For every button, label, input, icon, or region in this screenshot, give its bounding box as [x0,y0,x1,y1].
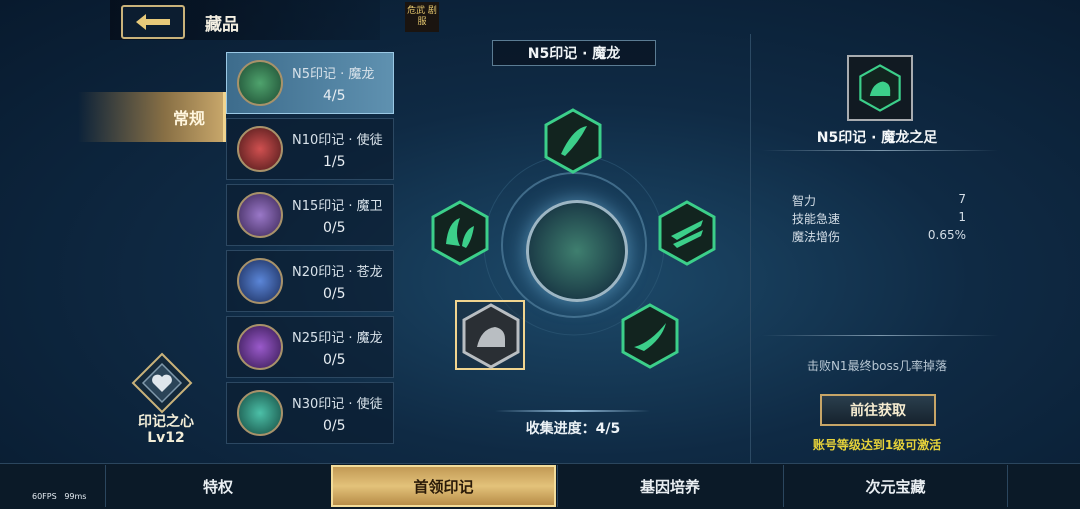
fps-value: 60FPS [32,492,57,501]
list-item[interactable]: N30印记 · 使徒 0/5 [226,382,394,444]
stat-value: 1 [958,210,966,224]
item-name: N5印记 · 魔龙 [292,67,375,82]
go-obtain-button[interactable]: 前往获取 [820,394,936,426]
tab-privilege[interactable]: 特权 [105,465,330,507]
detail-fragment-icon [847,55,913,121]
back-button[interactable] [121,5,185,39]
heart-level: Lv12 [147,430,185,446]
item-name: N15印记 · 魔卫 [292,199,383,214]
avatar [237,126,283,172]
tab-boss-mark[interactable]: 首领印记 [331,465,556,507]
item-count: 0/5 [323,286,346,302]
item-name: N10印记 · 使徒 [292,133,383,148]
heart-name: 印记之心 [138,414,194,430]
stat-row: 智力 7 [792,192,966,209]
collection-progress: 收集进度：4/5 [525,421,621,437]
avatar [237,324,283,370]
list-item[interactable]: N20印记 · 苍龙 0/5 [226,250,394,312]
stat-value: 7 [958,192,966,206]
avatar [237,192,283,238]
fps-counter: 60FPS 99ms [32,492,86,501]
stat-name: 魔法增伤 [792,230,841,244]
foot-icon [859,64,901,112]
item-count: 0/5 [323,220,346,236]
page-title: 藏品 [205,15,239,35]
item-count: 0/5 [323,418,346,434]
detail-title: N5印记 · 魔龙之足 [816,130,938,146]
category-tab-label: 常规 [172,109,205,128]
avatar [237,258,283,304]
fragment-slot-2[interactable] [430,200,490,266]
heart-badge[interactable] [131,352,193,414]
item-name: N20印记 · 苍龙 [292,265,383,280]
item-count: 1/5 [323,154,346,170]
back-arrow-icon [136,14,170,30]
game-logo: 危武 剧服 [405,2,439,32]
fragment-slot-4[interactable] [620,303,680,369]
list-item[interactable]: N10印记 · 使徒 1/5 [226,118,394,180]
avatar [237,390,283,436]
fragment-slot-5-selected[interactable] [455,300,525,370]
stat-row: 技能急速 1 [792,210,966,227]
avatar [237,60,283,106]
list-item[interactable]: N5印记 · 魔龙 4/5 [226,52,394,114]
latency-value: 99ms [64,492,87,501]
set-title: N5印记 · 魔龙 [492,40,656,66]
item-count: 0/5 [323,352,346,368]
category-tab-regular[interactable]: 常规 [78,92,226,142]
activate-requirement: 账号等级达到1级可激活 [812,438,942,452]
divider [762,150,998,151]
item-name: N30印记 · 使徒 [292,397,383,412]
item-name: N25印记 · 魔龙 [292,331,383,346]
fragment-slot-1[interactable] [543,108,603,174]
stat-value: 0.65% [927,228,966,242]
tab-dimension-treasure[interactable]: 次元宝藏 [783,465,1008,507]
tab-gene-training[interactable]: 基因培养 [557,465,782,507]
foot-icon [462,303,520,369]
fragment-slot-3[interactable] [657,200,717,266]
collection-list: N5印记 · 魔龙 4/5 N10印记 · 使徒 1/5 N15印记 · 魔卫 … [226,52,394,448]
stat-name: 智力 [792,194,817,208]
dragon-portrait [526,200,628,302]
item-count: 4/5 [323,88,346,104]
stat-row: 魔法增伤 0.65% [792,228,966,245]
heart-label: 印记之心 Lv12 [128,414,204,446]
drop-source-text: 击败N1最终boss几率掉落 [806,359,948,373]
stat-name: 技能急速 [792,212,841,226]
progress-divider [495,410,650,412]
list-item[interactable]: N15印记 · 魔卫 0/5 [226,184,394,246]
list-item[interactable]: N25印记 · 魔龙 0/5 [226,316,394,378]
divider [762,335,998,336]
